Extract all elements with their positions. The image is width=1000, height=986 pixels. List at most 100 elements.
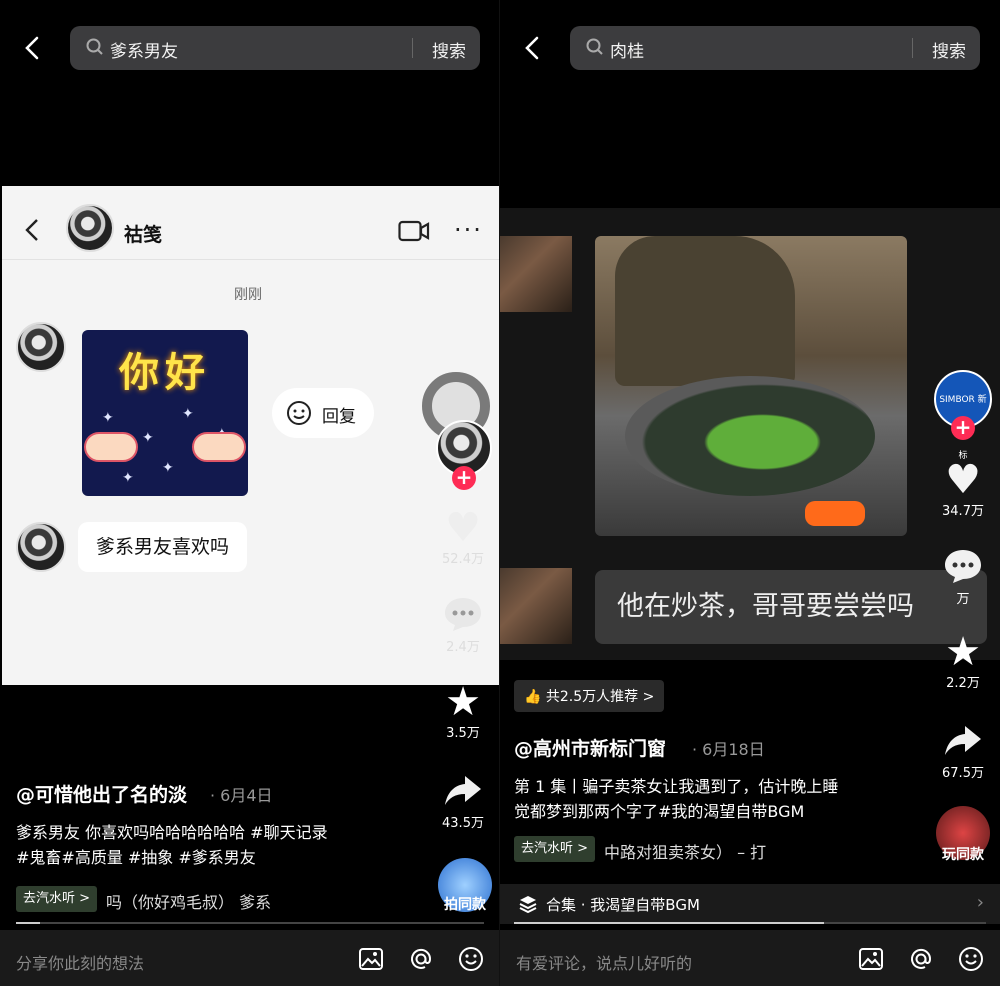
left-hand xyxy=(84,432,138,462)
right-hand xyxy=(192,432,246,462)
image-icon[interactable] xyxy=(858,946,884,972)
search-query[interactable]: 肉桂 xyxy=(610,37,644,62)
search-icon xyxy=(86,38,103,55)
comment-icon xyxy=(445,598,481,631)
share-count: 67.5万 xyxy=(942,766,984,781)
back-icon[interactable] xyxy=(522,36,542,60)
sticker-text: 你好 xyxy=(119,350,211,396)
post-date: · 6月18日 xyxy=(692,740,765,759)
collection-bar[interactable]: 合集 · 我渴望自带BGM › xyxy=(500,884,1000,924)
search-query[interactable]: 爹系男友 xyxy=(110,37,178,62)
chat-header: 祜笺 ··· xyxy=(2,186,500,260)
description-line-1: 爹系男友 你喜欢吗哈哈哈哈哈哈 #聊天记录 xyxy=(16,823,328,842)
collection-title: 合集 · 我渴望自带BGM xyxy=(546,896,700,914)
right-video-panel: 肉桂 搜索 他在炒茶，哥哥要尝尝吗 SIMBOR 新标 + ♥ 34.7万 万 … xyxy=(500,0,1000,986)
back-icon[interactable] xyxy=(22,36,42,60)
search-button[interactable]: 搜索 xyxy=(432,37,466,62)
comment-action[interactable]: 2.4万 xyxy=(428,596,498,655)
image-icon[interactable] xyxy=(358,946,384,972)
video-progress[interactable] xyxy=(514,922,986,924)
search-icon xyxy=(586,38,603,55)
remix-label[interactable]: 拍同款 xyxy=(430,894,500,914)
chat-back-icon xyxy=(25,219,38,241)
sparkle-icon: ✦ xyxy=(122,470,134,486)
qishui-button[interactable]: 去汽水听 > xyxy=(514,836,596,862)
comment-count: 万 xyxy=(956,592,970,607)
description-line-1: 第 1 集丨骗子卖茶女让我遇到了，估计晚上睡 xyxy=(514,777,839,796)
comment-input[interactable]: 有爱评论，说点儿好听的 xyxy=(516,950,692,974)
favorite-action[interactable]: ★ 3.5万 xyxy=(428,682,498,741)
reply-label: 回复 xyxy=(322,407,356,427)
hello-sticker: 你好 ✦ ✦ ✦ ✦ ✦ ✦ xyxy=(82,330,248,496)
favorite-count: 2.2万 xyxy=(946,676,980,691)
music-title[interactable]: 中路对狙卖茶女） – 打 xyxy=(604,839,766,863)
chat-screenshot: 祜笺 ··· 刚刚 你好 ✦ ✦ ✦ ✦ ✦ ✦ 回复 爹系男友喜欢吗 xyxy=(2,186,500,685)
emoji-icon[interactable] xyxy=(458,946,484,972)
layers-icon xyxy=(519,896,537,914)
sparkle-icon: ✦ xyxy=(182,406,194,422)
fire-shape xyxy=(805,501,865,526)
sparkle-icon: ✦ xyxy=(162,460,174,476)
chat-timestamp: 刚刚 xyxy=(234,287,262,303)
share-count: 43.5万 xyxy=(442,816,484,831)
comment-count: 2.4万 xyxy=(446,640,480,655)
share-action[interactable]: 67.5万 xyxy=(928,722,998,781)
sparkle-icon: ✦ xyxy=(142,430,154,446)
tea-frying-photo xyxy=(595,236,907,536)
search-button[interactable]: 搜索 xyxy=(932,37,966,62)
left-video-panel: 爹系男友 搜索 祜笺 ··· 刚刚 你好 ✦ ✦ ✦ ✦ ✦ ✦ 回复 xyxy=(0,0,500,986)
share-icon xyxy=(445,776,481,805)
search-divider xyxy=(412,38,413,58)
video-progress[interactable] xyxy=(16,922,484,924)
music-title[interactable]: 吗（你好鸡毛叔） 爹系 xyxy=(106,889,271,913)
search-bar[interactable]: 肉桂 搜索 xyxy=(570,26,980,70)
like-action[interactable]: ♥ 34.7万 xyxy=(928,460,998,519)
girl-thumbnail xyxy=(500,568,572,644)
like-count: 52.4万 xyxy=(442,552,484,567)
comment-bar[interactable]: 有爱评论，说点儿好听的 xyxy=(500,930,1000,986)
video-progress-fill xyxy=(514,922,824,924)
author-name[interactable]: @高州市新标门窗 xyxy=(514,734,666,761)
reply-button: 回复 xyxy=(272,388,374,438)
mention-icon[interactable] xyxy=(908,946,934,972)
remix-label[interactable]: 玩同款 xyxy=(928,844,998,864)
comment-icon xyxy=(945,550,981,583)
qishui-button[interactable]: 去汽水听 > xyxy=(16,886,98,912)
post-date: · 6月4日 xyxy=(210,786,273,805)
video-call-icon xyxy=(398,220,430,242)
contact-avatar xyxy=(66,204,114,252)
search-bar[interactable]: 爹系男友 搜索 xyxy=(70,26,480,70)
emoji-icon[interactable] xyxy=(958,946,984,972)
like-action[interactable]: ♥ 52.4万 xyxy=(428,508,498,567)
follow-plus-icon[interactable]: + xyxy=(452,466,476,490)
more-icon: ··· xyxy=(454,216,483,244)
follow-plus-icon[interactable]: + xyxy=(951,416,975,440)
star-icon: ★ xyxy=(945,629,981,675)
sender-avatar xyxy=(16,522,66,572)
search-divider xyxy=(912,38,913,58)
author-name[interactable]: @可惜他出了名的淡 xyxy=(16,780,187,807)
comment-input[interactable]: 分享你此刻的想法 xyxy=(16,950,144,974)
sparkle-icon: ✦ xyxy=(102,410,114,426)
description-line-2[interactable]: #鬼畜#高质量 #抽象 #爹系男友 xyxy=(16,845,256,870)
like-count: 34.7万 xyxy=(942,504,984,519)
thumbs-up-icon: 👍 xyxy=(524,689,542,705)
recommend-badge[interactable]: 👍 共2.5万人推荐 > xyxy=(514,680,665,712)
heart-icon: ♥ xyxy=(945,457,981,503)
recommend-text: 共2.5万人推荐 > xyxy=(545,689,655,705)
star-icon: ★ xyxy=(445,679,481,725)
video-progress-fill xyxy=(16,922,40,924)
comment-action[interactable]: 万 xyxy=(928,548,998,607)
smile-icon xyxy=(287,401,311,425)
mention-icon[interactable] xyxy=(408,946,434,972)
favorite-count: 3.5万 xyxy=(446,726,480,741)
description-line-2[interactable]: 觉都梦到那两个字了#我的渴望自带BGM xyxy=(514,799,804,824)
favorite-action[interactable]: ★ 2.2万 xyxy=(928,632,998,691)
sender-avatar xyxy=(16,322,66,372)
share-action[interactable]: 43.5万 xyxy=(428,772,498,831)
share-icon xyxy=(945,726,981,755)
comment-bar[interactable]: 分享你此刻的想法 xyxy=(0,930,500,986)
wok-with-tea xyxy=(625,376,875,496)
contact-name: 祜笺 xyxy=(124,224,163,246)
chevron-right-icon: › xyxy=(976,892,984,913)
